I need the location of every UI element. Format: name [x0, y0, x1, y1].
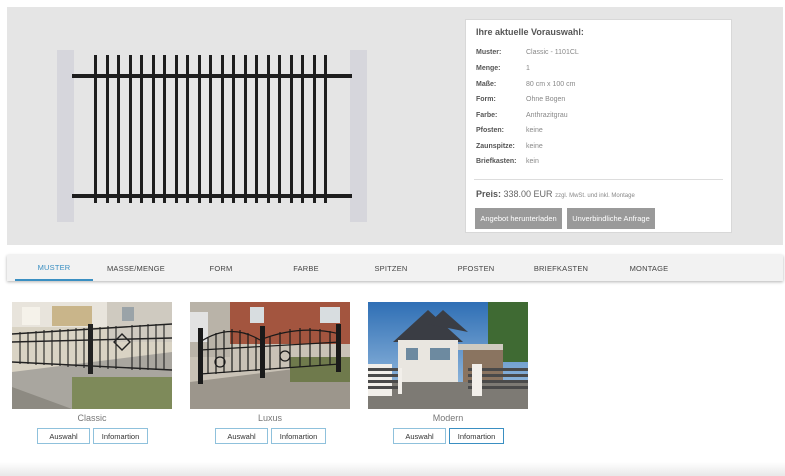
tab-pfosten[interactable]: PFOSTEN	[437, 255, 515, 281]
card-buttons: Auswahl Infomartion	[215, 428, 326, 444]
download-offer-button[interactable]: Angebot herunterladen	[475, 208, 562, 229]
modern-fence-photo[interactable]	[368, 302, 528, 409]
fence-bar	[140, 55, 143, 203]
tab-spitzen[interactable]: SPITZEN	[352, 255, 430, 281]
classic-fence-photo[interactable]	[12, 302, 172, 409]
config-tabs: MUSTER MASSE/MENGE FORM FARBE SPITZEN PF…	[7, 255, 783, 281]
fence-bar	[278, 55, 281, 203]
card-buttons: Auswahl Infomartion	[37, 428, 148, 444]
fence-bar	[163, 55, 166, 203]
pattern-name: Classic	[77, 413, 107, 423]
summary-title: Ihre aktuelle Vorauswahl:	[476, 27, 584, 37]
select-modern-button[interactable]: Auswahl	[393, 428, 446, 444]
fence-bar	[94, 55, 97, 203]
pattern-card-classic: Classic Auswahl Infomartion	[12, 302, 172, 444]
info-classic-button[interactable]: Infomartion	[93, 428, 148, 444]
fence-bar	[243, 55, 247, 203]
pattern-name: Luxus	[257, 413, 283, 423]
fence-top-rail	[72, 74, 352, 78]
request-quote-button[interactable]: Unverbindliche Anfrage	[567, 208, 655, 229]
fence-bar	[220, 55, 224, 203]
footer-shadow	[0, 462, 785, 476]
fence-bar	[232, 55, 235, 203]
fence-bar	[197, 55, 201, 203]
fence-bar	[128, 55, 132, 203]
price-label: Preis:	[476, 189, 502, 199]
fence-bar	[266, 55, 270, 203]
tab-form[interactable]: FORM	[182, 255, 260, 281]
fence-bar	[186, 55, 189, 203]
select-classic-button[interactable]: Auswahl	[37, 428, 90, 444]
fence-bar	[289, 55, 293, 203]
fence-bar	[301, 55, 304, 203]
fence-bottom-rail	[72, 194, 352, 198]
info-modern-button[interactable]: Infomartion	[449, 428, 504, 444]
price-line: Preis: 338.00 EUR zzgl. MwSt. und inkl. …	[476, 189, 635, 199]
fence-preview	[57, 50, 367, 222]
configurator-panel: Ihre aktuelle Vorauswahl: Muster: Classic…	[7, 7, 783, 245]
select-luxus-button[interactable]: Auswahl	[215, 428, 268, 444]
selection-summary: Ihre aktuelle Vorauswahl: Muster: Classic…	[465, 19, 732, 233]
luxus-fence-photo[interactable]	[190, 302, 350, 409]
pattern-card-luxus: Luxus Auswahl Infomartion	[190, 302, 350, 444]
tab-masse-menge[interactable]: MASSE/MENGE	[97, 255, 175, 281]
fence-bar	[105, 55, 109, 203]
fence-bar	[151, 55, 155, 203]
fence-bar	[324, 55, 327, 203]
fence-bar	[209, 55, 212, 203]
pattern-card-modern: Modern Auswahl Infomartion	[368, 302, 528, 444]
tab-muster[interactable]: MUSTER	[15, 255, 93, 281]
fence-bar	[255, 55, 258, 203]
tab-briefkasten[interactable]: BRIEFKASTEN	[522, 255, 600, 281]
fence-bar	[117, 55, 120, 203]
fence-bar	[312, 55, 316, 203]
fence-bar	[174, 55, 178, 203]
fence-post-right	[350, 50, 367, 222]
price-note: zzgl. MwSt. und inkl. Montage	[555, 193, 635, 199]
summary-divider	[474, 179, 723, 180]
tab-farbe[interactable]: FARBE	[267, 255, 345, 281]
price-value: 338.00 EUR	[503, 189, 553, 199]
tab-montage[interactable]: MONTAGE	[610, 255, 688, 281]
pattern-name: Modern	[432, 413, 464, 423]
card-buttons: Auswahl Infomartion	[393, 428, 504, 444]
info-luxus-button[interactable]: Infomartion	[271, 428, 326, 444]
